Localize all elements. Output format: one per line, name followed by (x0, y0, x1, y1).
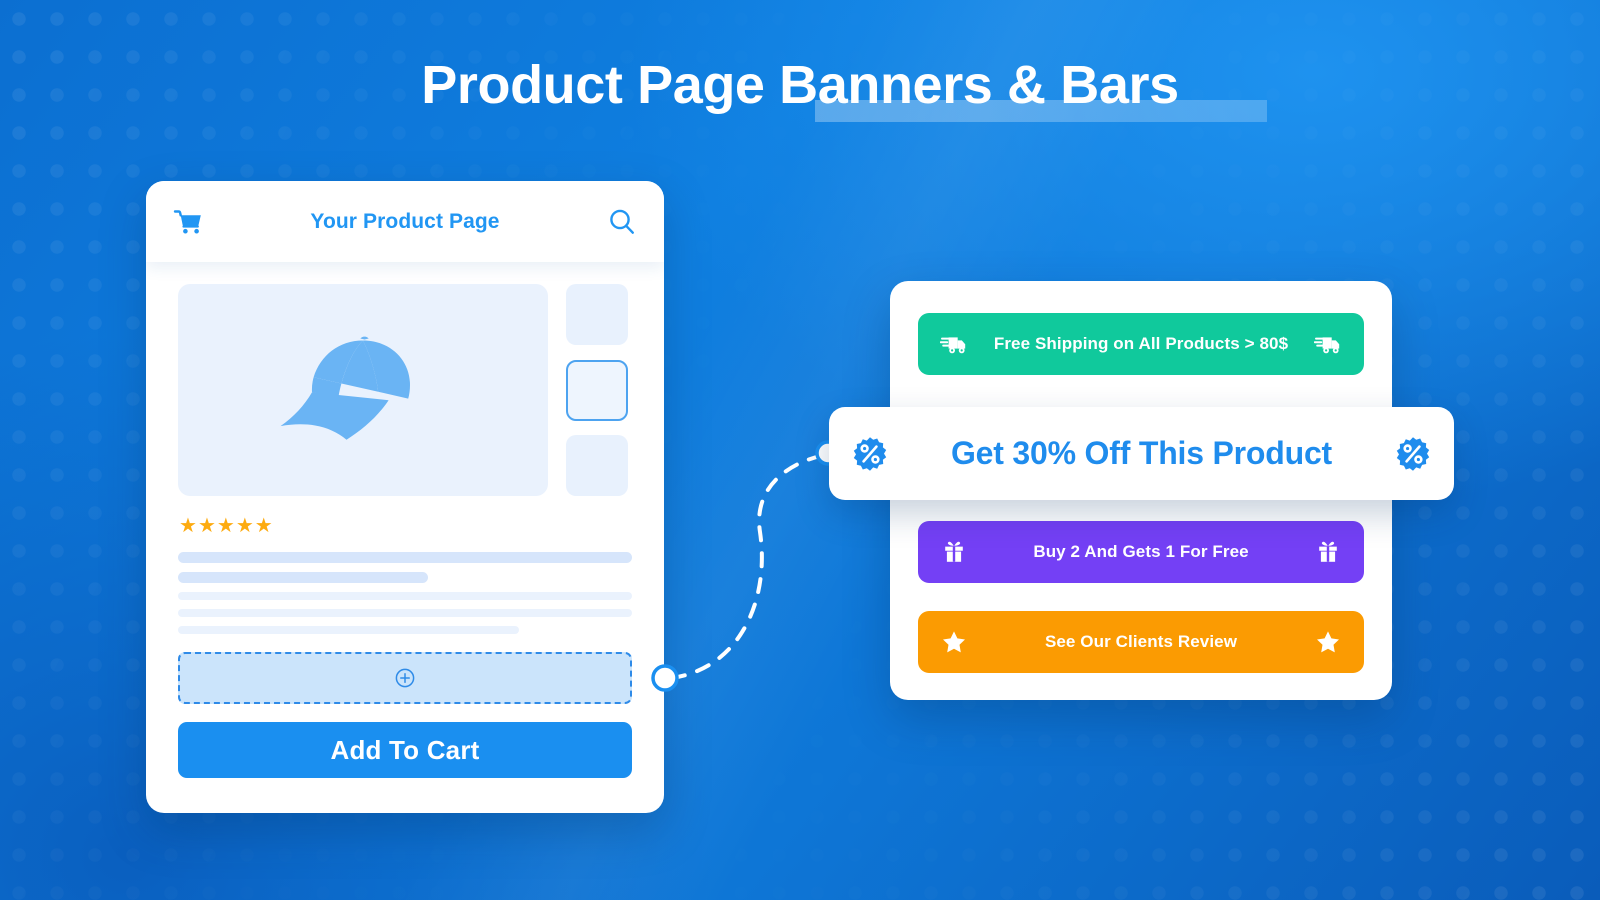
banner-bar-label: See Our Clients Review (1044, 632, 1238, 651)
placeholder-line (178, 552, 632, 563)
shipping-truck-icon (1314, 337, 1340, 354)
banner-bar-clients-review[interactable]: See Our Clients Review (918, 611, 1364, 673)
banner-bar-buy-2-get-1[interactable]: Buy 2 And Gets 1 For Free (918, 521, 1364, 583)
star-icon (943, 631, 965, 653)
banner-dropzone[interactable] (178, 652, 632, 704)
star-icon: ★ (216, 515, 236, 537)
add-to-cart-button[interactable]: Add To Cart (178, 722, 632, 778)
dashed-connector-path (670, 453, 827, 680)
product-page-title: Your Product Page (310, 209, 500, 233)
search-icon[interactable] (606, 206, 638, 238)
star-icon: ★ (235, 515, 255, 537)
page-title-text: Product Page Banners & Bars (421, 55, 1179, 115)
product-hero-image[interactable] (178, 284, 548, 496)
star-icon: ★ (197, 515, 217, 537)
shopping-cart-icon[interactable] (172, 206, 204, 238)
gift-icon (1319, 541, 1337, 562)
star-icon: ★ (254, 515, 274, 537)
page-title: Product Page Banners & Bars (415, 52, 1268, 124)
star-icon: ★ (179, 515, 198, 537)
shipping-truck-icon (940, 337, 966, 354)
product-thumbnail-selected[interactable] (566, 359, 628, 421)
page-title-container: Product Page Banners & Bars (0, 52, 1600, 124)
product-thumbnail[interactable] (566, 284, 628, 345)
percent-badge-icon (1396, 436, 1430, 471)
product-thumbnail-list (566, 284, 628, 496)
product-thumbnail[interactable] (566, 435, 628, 496)
product-rating-stars: ★★★★★ (179, 516, 632, 536)
featured-banner-bar[interactable]: Get 30% Off This Product (829, 407, 1454, 500)
placeholder-line (178, 626, 519, 634)
featured-banner-label: Get 30% Off This Product (950, 435, 1333, 471)
plus-circle-icon (395, 668, 415, 688)
product-description-placeholder (178, 552, 632, 634)
banner-bar-label: Free Shipping on All Products > 80$ (993, 334, 1289, 353)
placeholder-line (178, 609, 632, 617)
baseball-cap-icon (280, 336, 410, 440)
product-gallery (178, 284, 632, 496)
product-page-card: Your Product Page ★★★★★ Add To Cart (146, 181, 664, 813)
percent-badge-icon (853, 436, 887, 471)
product-page-header: Your Product Page (146, 181, 664, 262)
banner-bar-free-shipping[interactable]: Free Shipping on All Products > 80$ (918, 313, 1364, 375)
gift-icon (945, 541, 963, 562)
product-page-body: ★★★★★ Add To Cart (146, 262, 664, 778)
placeholder-line (178, 572, 428, 583)
banner-bar-label: Buy 2 And Gets 1 For Free (1033, 542, 1249, 561)
star-icon (1317, 631, 1339, 653)
placeholder-line (178, 592, 632, 600)
